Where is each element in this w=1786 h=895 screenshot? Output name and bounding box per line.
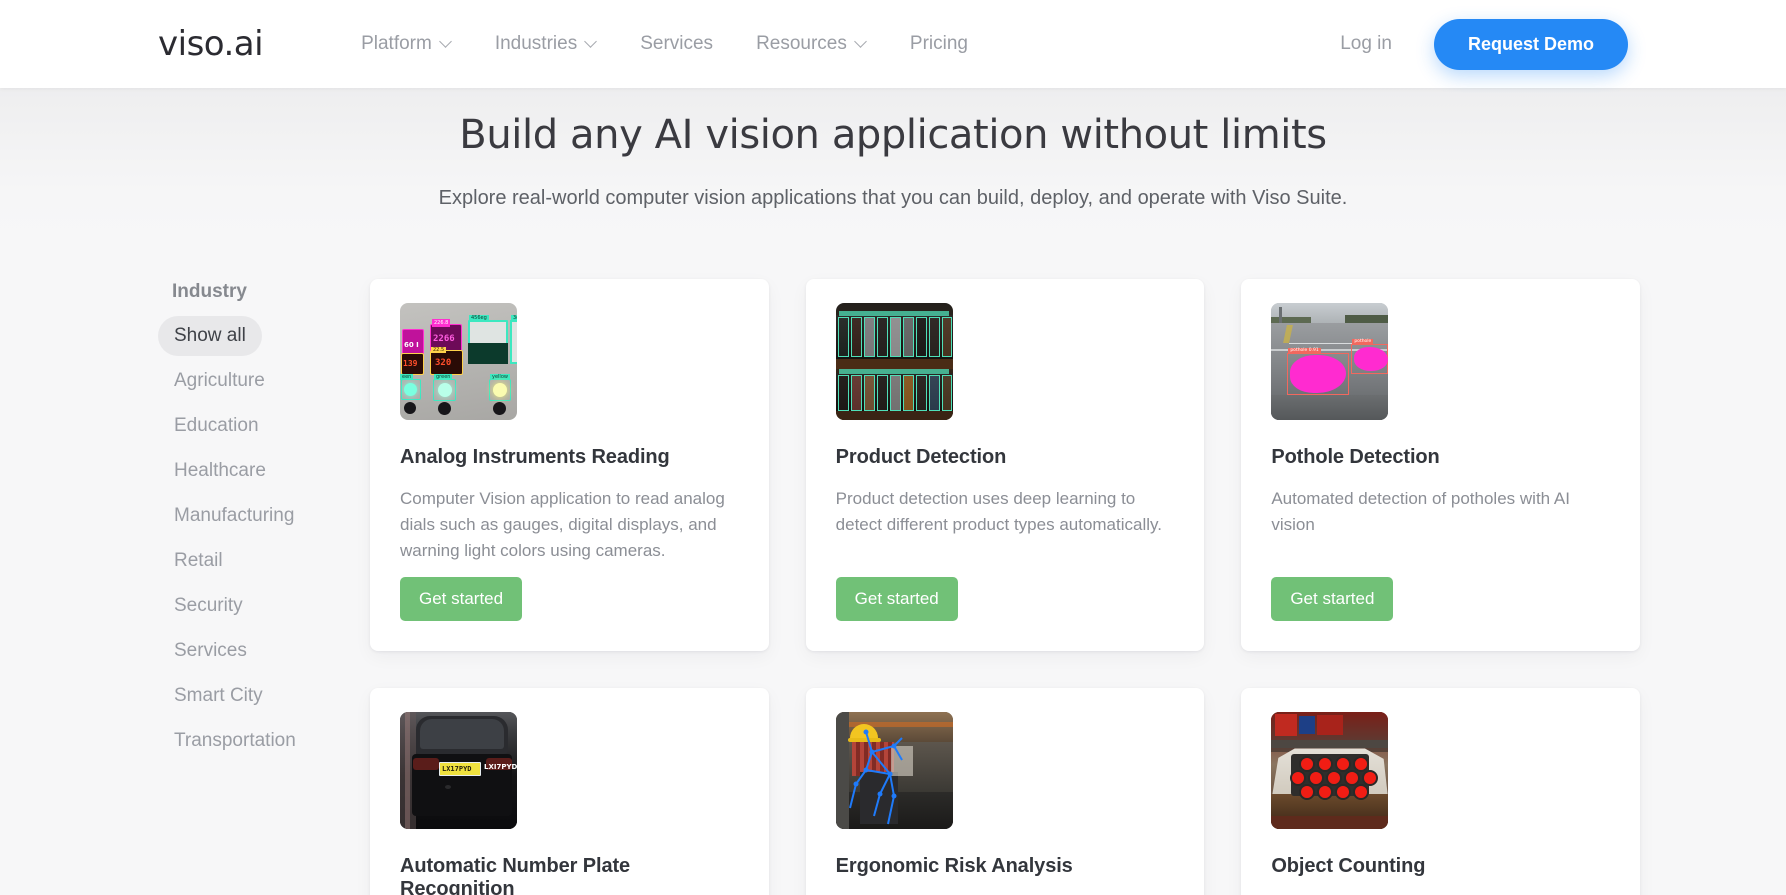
nav-item-pricing[interactable]: Pricing	[910, 33, 968, 55]
product-detection-thumbnail	[835, 303, 953, 420]
get-started-button[interactable]: Get started	[1271, 577, 1394, 622]
sidebar-item-agriculture[interactable]: Agriculture	[158, 361, 281, 401]
page-title: Build any AI vision application without …	[459, 112, 1327, 158]
nav-item-industries[interactable]: Industries	[495, 33, 597, 55]
sidebar-item-transportation[interactable]: Transportation	[158, 721, 312, 761]
card-title: Automatic Number Plate Recognition	[400, 855, 631, 895]
card-automatic-number-plate-recognition[interactable]: LX17PYD LXI7PYD Automatic Number Plate R…	[370, 688, 769, 895]
card-title: Pothole Detection	[1271, 446, 1440, 468]
card-ergonomic-risk-analysis[interactable]: Ergonomic Risk Analysis Get started	[805, 688, 1205, 895]
nav-label: Pricing	[909, 33, 968, 54]
request-demo-button[interactable]: Request Demo	[1433, 18, 1628, 70]
sidebar-item-services[interactable]: Services	[158, 631, 263, 671]
sidebar-item-healthcare[interactable]: Healthcare	[158, 451, 282, 491]
get-started-button[interactable]: Get started	[835, 577, 958, 622]
nav-label: Industries	[494, 33, 578, 54]
card-description: Product detection uses deep learning to …	[835, 489, 1162, 534]
card-description: Automated detection of potholes with AI …	[1271, 489, 1570, 534]
card-object-counting[interactable]: Object Counting Get started	[1241, 688, 1640, 895]
card-title: Object Counting	[1271, 855, 1426, 878]
pose-skeleton-overlay	[848, 729, 903, 825]
sidebar-item-smart-city[interactable]: Smart City	[158, 676, 279, 716]
industry-filter-sidebar: Industry Show all Agriculture Education …	[158, 279, 363, 895]
nav-item-platform[interactable]: Platform	[361, 33, 452, 55]
card-title: Product Detection	[835, 446, 1007, 468]
pothole-detection-thumbnail: pothole 0.91 pothole	[1271, 303, 1389, 420]
sidebar-item-security[interactable]: Security	[158, 586, 259, 626]
chevron-down-icon	[586, 37, 597, 48]
get-started-button[interactable]: Get started	[400, 577, 523, 622]
sidebar-item-retail[interactable]: Retail	[158, 541, 239, 581]
main-navigation: Platform Industries Services Resources P…	[361, 33, 968, 55]
card-analog-instruments-reading[interactable]: 60 I 226.8 2266 139 22.5 320 456eg 3de e…	[370, 279, 769, 652]
number-plate-thumbnail: LX17PYD LXI7PYD	[400, 712, 517, 830]
nav-label: Services	[640, 33, 714, 54]
object-counting-thumbnail	[1271, 712, 1389, 830]
sidebar-item-show-all[interactable]: Show all	[158, 316, 262, 356]
nav-item-resources[interactable]: Resources	[756, 33, 867, 55]
site-header: viso.ai Platform Industries Services Res…	[0, 0, 1786, 88]
ergonomic-risk-thumbnail	[835, 712, 953, 830]
sidebar-item-education[interactable]: Education	[158, 406, 275, 446]
card-title: Analog Instruments Reading	[400, 446, 670, 468]
sidebar-title: Industry	[172, 281, 247, 302]
site-logo[interactable]: viso.ai	[158, 27, 264, 61]
chevron-down-icon	[441, 37, 452, 48]
card-product-detection[interactable]: Product Detection Product detection uses…	[805, 279, 1205, 652]
content-area: Industry Show all Agriculture Education …	[0, 240, 1786, 895]
nav-label: Resources	[756, 33, 847, 54]
page-subtitle: Explore real-world computer vision appli…	[438, 187, 1348, 209]
card-title: Ergonomic Risk Analysis	[835, 855, 1073, 878]
sidebar-item-manufacturing[interactable]: Manufacturing	[158, 496, 310, 536]
chevron-down-icon	[856, 37, 867, 48]
card-description: Computer Vision application to read anal…	[400, 489, 725, 560]
nav-label: Platform	[361, 33, 432, 54]
application-card-grid: 60 I 226.8 2266 139 22.5 320 456eg 3de e…	[370, 279, 1640, 895]
card-pothole-detection[interactable]: pothole 0.91 pothole Pothole Detection A…	[1241, 279, 1640, 652]
hero-section: Build any AI vision application without …	[0, 88, 1786, 240]
login-link[interactable]: Log in	[1340, 33, 1408, 55]
nav-item-services[interactable]: Services	[640, 33, 713, 55]
analog-instruments-thumbnail: 60 I 226.8 2266 139 22.5 320 456eg 3de e…	[400, 303, 517, 420]
header-actions: Log in Request Demo	[1340, 18, 1628, 70]
